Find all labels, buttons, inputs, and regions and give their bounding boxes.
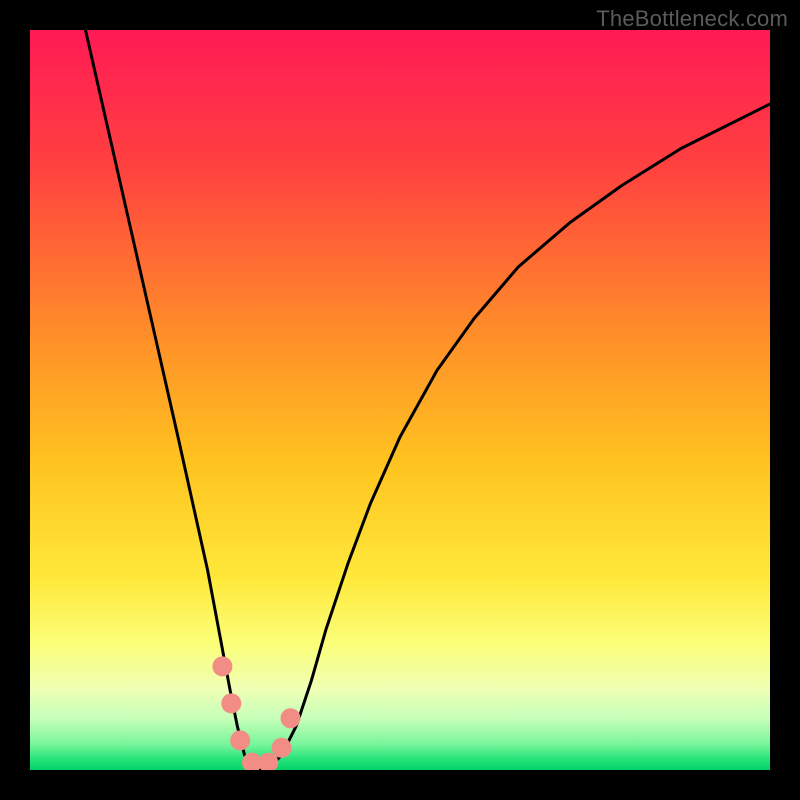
- chart-frame: TheBottleneck.com: [0, 0, 800, 800]
- marker-point: [272, 738, 292, 758]
- chart-svg: [30, 30, 770, 770]
- plot-area: [30, 30, 770, 770]
- gradient-background: [30, 30, 770, 770]
- marker-point: [212, 656, 232, 676]
- marker-point: [221, 693, 241, 713]
- watermark-text: TheBottleneck.com: [596, 6, 788, 32]
- marker-point: [280, 708, 300, 728]
- marker-point: [230, 730, 250, 750]
